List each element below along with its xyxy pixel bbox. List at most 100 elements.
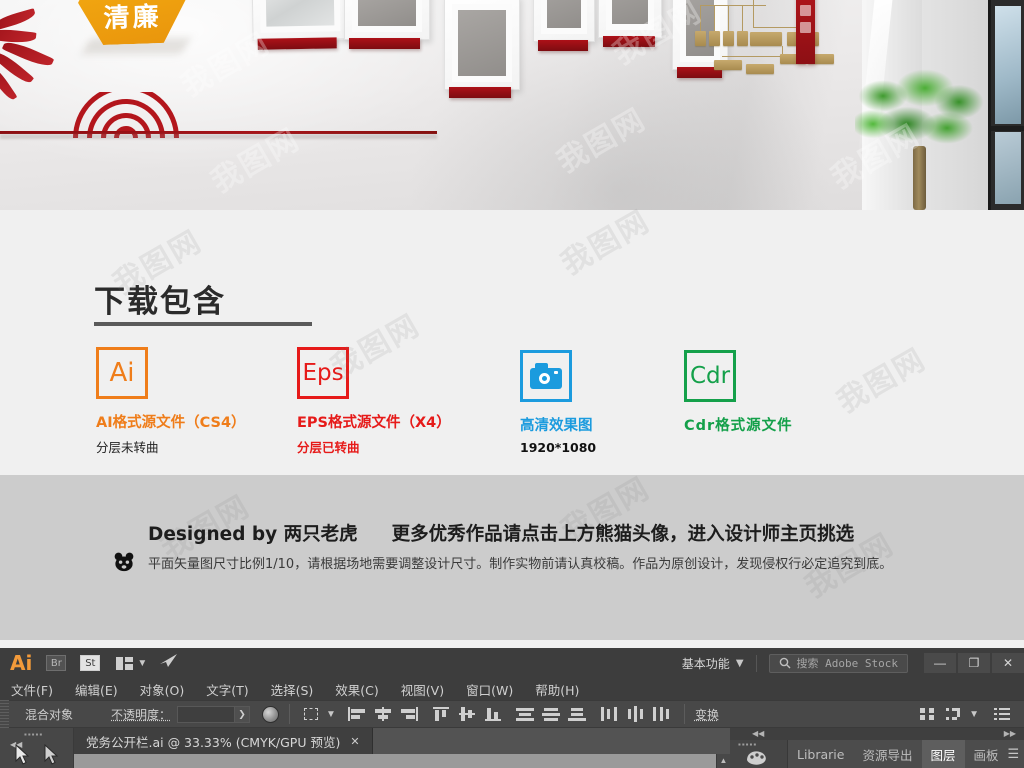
distribute-spacing-icon[interactable] (918, 706, 938, 722)
control-bar-grip[interactable] (0, 700, 9, 728)
window-controls: — ❐ ✕ (922, 653, 1024, 673)
opacity-input[interactable] (177, 705, 236, 723)
tools-panel-grip[interactable]: ▪▪▪▪▪ (24, 730, 43, 739)
panel-tabs: Librarie 资源导出 图层 画板 ☰ (788, 740, 1024, 768)
format-item-cdr: Cdr Cdr格式源文件 (684, 350, 793, 435)
arrange-documents-icon (116, 656, 134, 670)
format-label: Cdr格式源文件 (684, 418, 793, 434)
close-button[interactable]: ✕ (992, 653, 1024, 673)
align-right-icon[interactable] (399, 706, 419, 722)
align-vertical-center-icon[interactable] (457, 706, 477, 722)
red-vertical-banner (796, 0, 815, 64)
opacity-label[interactable]: 不透明度： (111, 706, 171, 723)
wall-frame (444, 0, 520, 98)
swatches-icon[interactable] (744, 748, 770, 766)
format-item-eps: Eps EPS格式源文件（X4） 分层已转曲 (297, 347, 451, 456)
format-item-preview: 高清效果图 1920*1080 (520, 350, 596, 455)
window-mullion (991, 126, 1024, 131)
close-icon[interactable]: ✕ (350, 735, 359, 748)
wall-frame (533, 0, 595, 51)
opacity-mask-icon[interactable] (262, 705, 280, 723)
canvas-vertical-scrollbar[interactable]: ▲ (716, 754, 730, 768)
divider (289, 704, 291, 724)
credit-headline: Designed by 两只老虎 更多优秀作品请点击上方熊猫头像，进入设计师主页挑… (148, 520, 854, 546)
chevron-down-icon: ▼ (137, 657, 148, 669)
workspace-label: 基本功能 (681, 656, 730, 671)
stock-button[interactable]: St (80, 655, 101, 671)
cdr-file-icon: Cdr (684, 350, 736, 402)
wall-frame (251, 0, 349, 50)
tab-asset-export[interactable]: 资源导出 (853, 740, 921, 768)
search-icon (779, 657, 791, 669)
collapse-right-icon[interactable]: ▶▶ (1004, 729, 1016, 738)
menu-item-type[interactable]: 文字(T) (206, 680, 248, 699)
tab-artboards[interactable]: 画板 (965, 740, 1008, 768)
section-title: 下载包含 (94, 284, 226, 320)
wall-shelf-shadow (0, 134, 437, 139)
panel-menu-icon[interactable] (992, 706, 1012, 722)
divider (755, 654, 757, 672)
control-bar: 混合对象 不透明度： ❯ ▼ 变换 ▼ (0, 700, 1024, 728)
distribute-left-icon[interactable] (599, 706, 619, 722)
application-bar: Ai Br St ▼ 基本功能 ▼ 搜索 Adobe Stock — ❐ ✕ (0, 648, 1024, 678)
menu-item-edit[interactable]: 编辑(E) (75, 680, 118, 699)
menu-item-view[interactable]: 视图(V) (401, 680, 444, 699)
canvas-area[interactable] (74, 754, 730, 768)
selected-object-label: 混合对象 (25, 707, 74, 722)
format-sublabel: 1920*1080 (520, 440, 597, 455)
menu-item-file[interactable]: 文件(F) (11, 680, 53, 699)
promo-text: 更多优秀作品请点击上方熊猫头像，进入设计师主页挑选 (391, 524, 855, 545)
selection-arrow-icon[interactable] (14, 744, 32, 766)
menu-item-select[interactable]: 选择(S) (271, 680, 314, 699)
stock-search-input[interactable]: 搜索 Adobe Stock (768, 653, 908, 673)
transform-label[interactable]: 变换 (695, 706, 719, 723)
opacity-popup-button[interactable]: ❯ (235, 705, 251, 723)
divider (683, 704, 685, 724)
menu-bar: 文件(F) 编辑(E) 对象(O) 文字(T) 选择(S) 效果(C) 视图(V… (0, 678, 1024, 700)
watermark: 我图网 (831, 341, 933, 421)
arrange-documents-button[interactable]: ▼ (116, 656, 148, 670)
distribute-right-icon[interactable] (651, 706, 671, 722)
document-tab[interactable]: 党务公开栏.ai @ 33.33% (CMYK/GPU 预览) ✕ (74, 728, 373, 754)
direct-selection-arrow-icon[interactable] (42, 744, 60, 766)
workspace-switcher[interactable]: 基本功能 ▼ (682, 655, 744, 672)
align-selection-icon[interactable] (303, 706, 323, 722)
restore-button[interactable]: ❐ (958, 653, 990, 673)
title-underline (94, 322, 312, 326)
align-top-icon[interactable] (431, 706, 451, 722)
screenshot-root: 清廉 我图网 我图网 我图网 我图网 我图网 下载包含 Ai AI格式源文件（C… (0, 0, 1024, 768)
format-sublabel: 分层已转曲 (297, 440, 360, 455)
distribute-top-icon[interactable] (515, 706, 535, 722)
illustrator-window: Ai Br St ▼ 基本功能 ▼ 搜索 Adobe Stock — ❐ ✕ 文… (0, 640, 1024, 768)
menu-item-object[interactable]: 对象(O) (140, 680, 185, 699)
document-tab-title: 党务公开栏.ai @ 33.33% (CMYK/GPU 预览) (86, 734, 341, 750)
align-left-icon[interactable] (347, 706, 367, 722)
menu-item-help[interactable]: 帮助(H) (535, 680, 579, 699)
distribute-bottom-icon[interactable] (567, 706, 587, 722)
tools-panel: ◀◀ ▪▪▪▪▪ (0, 728, 74, 768)
bridge-button[interactable]: Br (46, 655, 67, 671)
watermark: 我图网 (555, 203, 657, 283)
org-chart-decor (690, 0, 840, 102)
camera-icon (520, 350, 572, 402)
align-bottom-icon[interactable] (483, 706, 503, 722)
window-pane-upper (995, 6, 1021, 124)
chevron-down-icon[interactable]: ▼ (326, 709, 336, 720)
chevron-down-icon[interactable]: ▼ (969, 709, 979, 720)
panda-head-icon (114, 552, 134, 572)
distribute-vertical-center-icon[interactable] (541, 706, 561, 722)
tab-libraries[interactable]: Librarie (788, 740, 853, 768)
align-horizontal-center-icon[interactable] (373, 706, 393, 722)
panel-menu-icon[interactable]: ☰ (1008, 746, 1024, 762)
shape-builder-icon[interactable] (944, 706, 964, 722)
rocket-icon[interactable] (159, 653, 178, 673)
document-area: ◀◀ ▪▪▪▪▪ 党务公开栏.ai @ 33.33% (CMYK/GPU 预览)… (0, 728, 1024, 768)
tab-layers[interactable]: 图层 (921, 740, 965, 768)
collapse-left-icon[interactable]: ◀◀ (752, 729, 764, 738)
minimize-button[interactable]: — (924, 653, 956, 673)
distribute-horizontal-center-icon[interactable] (625, 706, 645, 722)
menu-item-effect[interactable]: 效果(C) (335, 680, 378, 699)
format-label: AI格式源文件（CS4） (96, 415, 246, 431)
menu-item-window[interactable]: 窗口(W) (466, 680, 513, 699)
design-preview-image: 清廉 我图网 我图网 我图网 我图网 我图网 (0, 0, 1024, 210)
